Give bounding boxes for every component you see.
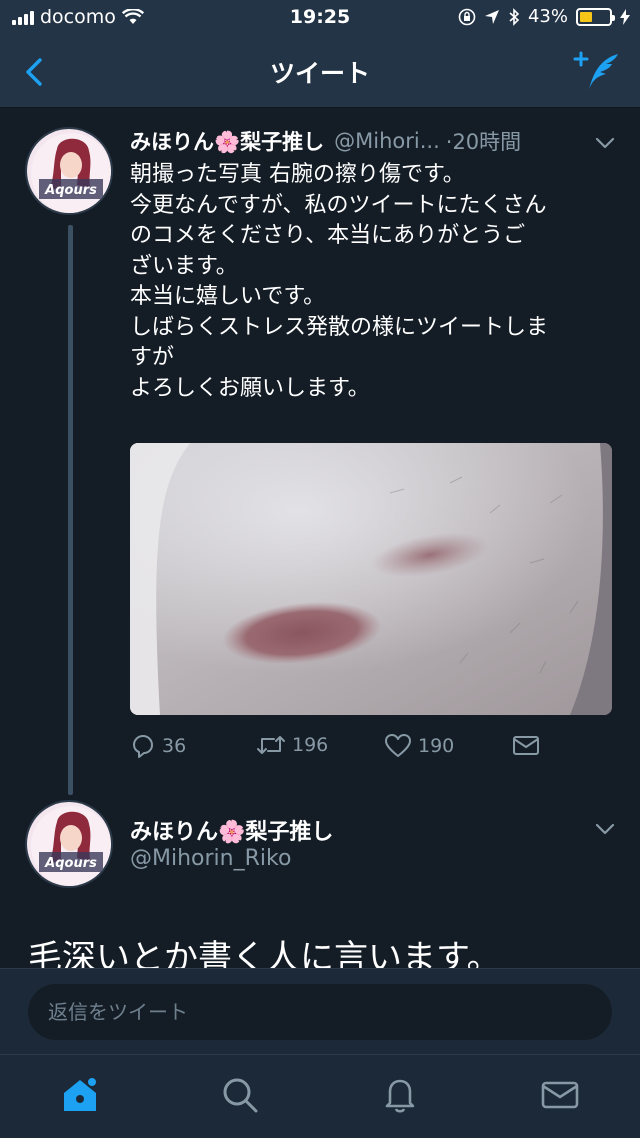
like-count: 190 — [418, 735, 455, 757]
reply-button[interactable]: 36 — [130, 733, 186, 759]
tweet-line: ざいます。 — [130, 253, 238, 279]
search-icon[interactable] — [220, 1075, 260, 1115]
avatar-image: Aqours — [27, 802, 111, 886]
tweet-line: 朝撮った写真 右腕の擦り傷です。 — [130, 162, 465, 187]
tweet-header: みほりん🌸梨子推し @Mihori... ·20時間 — [130, 126, 521, 156]
avatar-logo-text: Aqours — [44, 856, 97, 871]
avatar-logo-text: Aqours — [44, 183, 97, 198]
chevron-down-icon[interactable] — [594, 136, 616, 150]
tweet-line: すが — [130, 345, 175, 370]
compose-tweet-icon[interactable] — [572, 50, 622, 94]
messages-icon[interactable] — [540, 1075, 580, 1115]
tweet-line: 今更なんですが、私のツイートにたくさん — [130, 192, 547, 218]
avatar-image: Aqours — [27, 129, 111, 213]
rotation-lock-icon — [458, 8, 476, 25]
home-icon[interactable] — [60, 1075, 100, 1115]
battery-percent: 43% — [527, 6, 568, 27]
mail-icon — [513, 736, 539, 755]
status-bar: docomo 19:25 43% — [0, 0, 640, 36]
dm-share-button[interactable] — [512, 733, 540, 757]
user-handle[interactable]: @Mihori... — [334, 129, 440, 153]
page-title: ツイート — [269, 59, 370, 88]
reply-icon — [133, 735, 153, 758]
chevron-down-icon[interactable] — [594, 822, 616, 836]
tweet-time: ·20時間 — [445, 130, 522, 154]
location-icon — [484, 9, 499, 24]
avatar[interactable]: Aqours — [25, 127, 113, 215]
thread-line — [68, 225, 73, 795]
tweet-photo[interactable] — [130, 443, 612, 715]
reply-avatar[interactable]: Aqours — [25, 800, 113, 888]
nav-bar: ツイート — [0, 36, 640, 108]
notifications-bell-icon[interactable] — [380, 1075, 420, 1115]
status-right: 43% — [458, 6, 630, 27]
display-name[interactable]: みほりん🌸梨子推し — [130, 126, 324, 156]
like-button[interactable]: 190 — [384, 733, 454, 759]
tweet-line: よろしくお願いします。 — [130, 375, 370, 401]
battery-icon — [576, 7, 615, 26]
photo-image — [130, 443, 612, 715]
reply-count: 36 — [162, 735, 187, 757]
bluetooth-icon — [509, 7, 520, 26]
retweet-count: 196 — [292, 734, 329, 756]
tweet-line: しばらくストレス発散の様にツイートしま — [130, 314, 549, 340]
tweet-line: のコメをくださり、本当にありがとうご — [130, 223, 526, 248]
tweet-text: 朝撮った写真 右腕の擦り傷です。 今更なんですが、私のツイートにたくさん のコメ… — [130, 160, 620, 404]
tweet-actions: 36 196 190 — [130, 733, 610, 765]
retweet-button[interactable]: 196 — [256, 733, 328, 757]
tab-bar — [0, 1054, 640, 1138]
charging-icon — [620, 8, 630, 25]
heart-icon — [385, 734, 411, 757]
reply-display-name[interactable]: みほりん🌸梨子推し — [130, 814, 333, 846]
reply-bar — [0, 968, 640, 1054]
tweet-line: 本当に嬉しいです。 — [130, 284, 326, 309]
retweet-icon — [257, 736, 285, 754]
reply-input[interactable] — [28, 984, 612, 1040]
reply-handle[interactable]: @Mihorin_Riko — [130, 846, 291, 871]
